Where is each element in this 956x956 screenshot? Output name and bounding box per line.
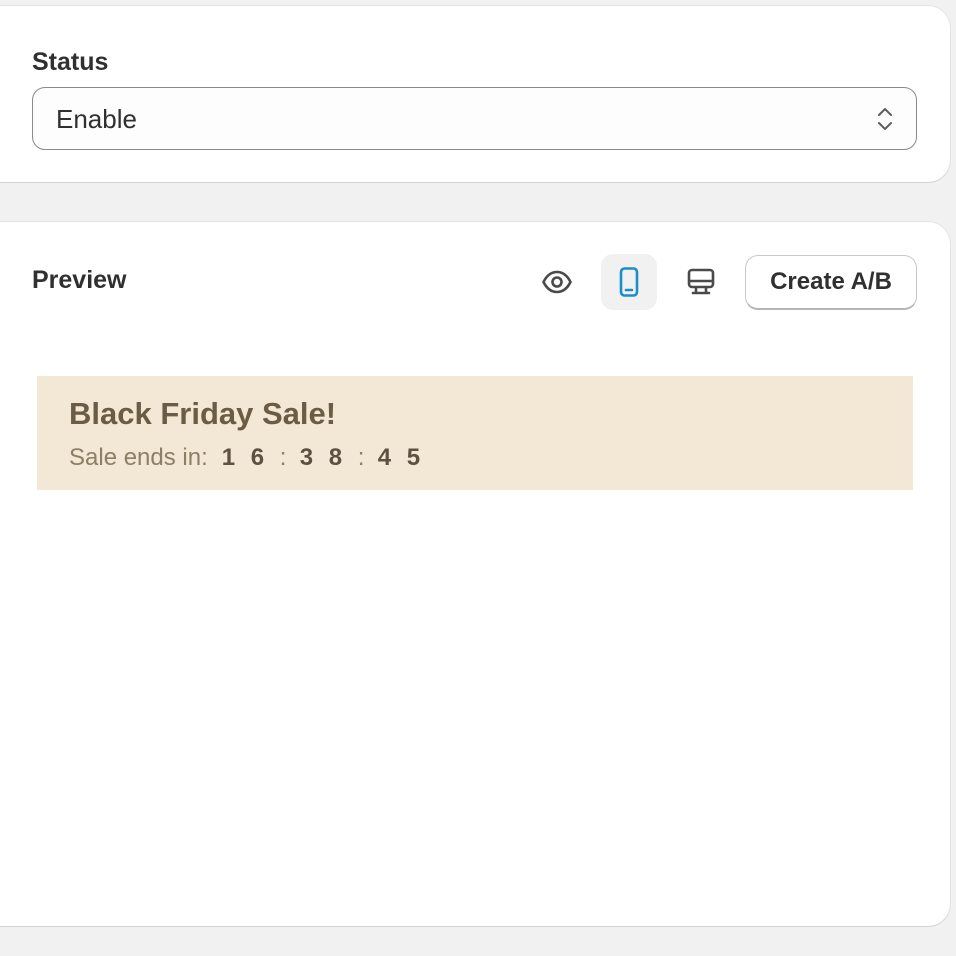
banner-title: Black Friday Sale! [69, 396, 337, 431]
mobile-icon [619, 267, 639, 297]
preview-card: Preview Create A/B Black Friday Sale! Sa… [0, 222, 950, 926]
countdown-hours-digit-1: 1 [221, 444, 236, 471]
countdown-row: Sale ends in: 1 6 : 3 8 : 4 5 [69, 444, 436, 472]
countdown-minutes-digit-2: 8 [328, 444, 343, 471]
eye-icon [542, 270, 572, 294]
status-label: Status [32, 48, 109, 76]
preview-desktop-button[interactable] [673, 254, 729, 310]
countdown-minutes-digit-1: 3 [299, 444, 314, 471]
status-select[interactable]: Enable [32, 87, 917, 150]
countdown-banner: Black Friday Sale! Sale ends in: 1 6 : 3… [37, 376, 913, 490]
status-card: Status Enable [0, 6, 950, 182]
select-chevrons-icon [878, 108, 892, 130]
preview-mobile-button[interactable] [601, 254, 657, 310]
sale-ends-label: Sale ends in: [69, 444, 208, 471]
status-select-value: Enable [56, 104, 137, 134]
countdown-separator: : [357, 444, 365, 471]
create-ab-button[interactable]: Create A/B [745, 255, 917, 310]
desktop-icon [687, 268, 715, 295]
preview-title: Preview [32, 266, 127, 294]
preview-eye-button[interactable] [529, 254, 585, 310]
countdown-hours-digit-2: 6 [250, 444, 265, 471]
countdown-seconds-digit-2: 5 [406, 444, 421, 471]
countdown-seconds-digit-1: 4 [377, 444, 392, 471]
countdown-separator: : [279, 444, 287, 471]
